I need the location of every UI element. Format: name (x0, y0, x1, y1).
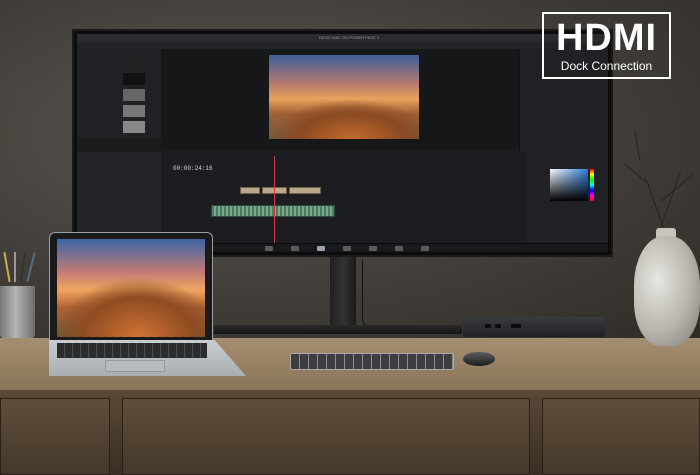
media-pool-panel (77, 49, 162, 137)
laptop-keyboard (57, 343, 207, 358)
laptop-lid (49, 232, 213, 344)
timeline-timecode: 00:00:24:16 (173, 165, 213, 172)
hdmi-port (511, 324, 521, 328)
usb-port (495, 324, 501, 328)
color-page-icon[interactable] (369, 246, 377, 251)
deliver-page-icon[interactable] (421, 246, 429, 251)
mouse (463, 352, 495, 366)
monitor-stand-foot (214, 325, 462, 334)
clip-thumbnail[interactable] (123, 105, 145, 117)
clip-thumbnail[interactable] (123, 73, 145, 85)
desk-drawer-center (122, 398, 530, 475)
hdmi-title: HDMI (555, 17, 658, 59)
clip-thumbnail[interactable] (123, 89, 145, 101)
vase (634, 236, 700, 346)
clip-thumbnail[interactable] (123, 121, 145, 133)
fusion-page-icon[interactable] (343, 246, 351, 251)
video-clip[interactable] (240, 187, 260, 194)
desk-drawer-left (0, 398, 110, 475)
audio-clip[interactable] (211, 205, 335, 217)
playhead[interactable] (274, 156, 275, 249)
monitor-stand-neck (330, 257, 356, 329)
pencil (14, 252, 16, 282)
desk-drawer-right (542, 398, 700, 475)
project-title: DEMO MAC OS POWER PACK 2 (319, 35, 380, 40)
hdmi-badge: HDMI Dock Connection (542, 12, 671, 79)
external-monitor: DEMO MAC OS POWER PACK 2 00:00:24:16 (72, 29, 613, 257)
monitor-cable (362, 260, 389, 333)
hdmi-subtitle: Dock Connection (560, 59, 653, 73)
edit-page-icon[interactable] (317, 246, 325, 251)
cut-page-icon[interactable] (291, 246, 299, 251)
color-picker[interactable] (550, 169, 588, 201)
app-topbar: DEMO MAC OS POWER PACK 2 (77, 34, 608, 42)
laptop-screen-rocks (57, 279, 205, 337)
external-keyboard (290, 353, 454, 370)
timeline-panel (161, 152, 526, 249)
fairlight-page-icon[interactable] (395, 246, 403, 251)
hue-slider[interactable] (590, 169, 594, 201)
usb-port (485, 324, 491, 328)
clip-thumbnail[interactable] (123, 57, 145, 69)
video-clip[interactable] (289, 187, 321, 194)
media-page-icon[interactable] (265, 246, 273, 251)
editor-screen: DEMO MAC OS POWER PACK 2 00:00:24:16 (77, 34, 608, 252)
viewer-image-rocks (269, 99, 419, 139)
laptop-trackpad (105, 360, 165, 372)
inspector-panel (519, 49, 608, 249)
docking-station (463, 317, 605, 337)
pen-cup (0, 286, 35, 338)
video-viewer (161, 49, 526, 149)
